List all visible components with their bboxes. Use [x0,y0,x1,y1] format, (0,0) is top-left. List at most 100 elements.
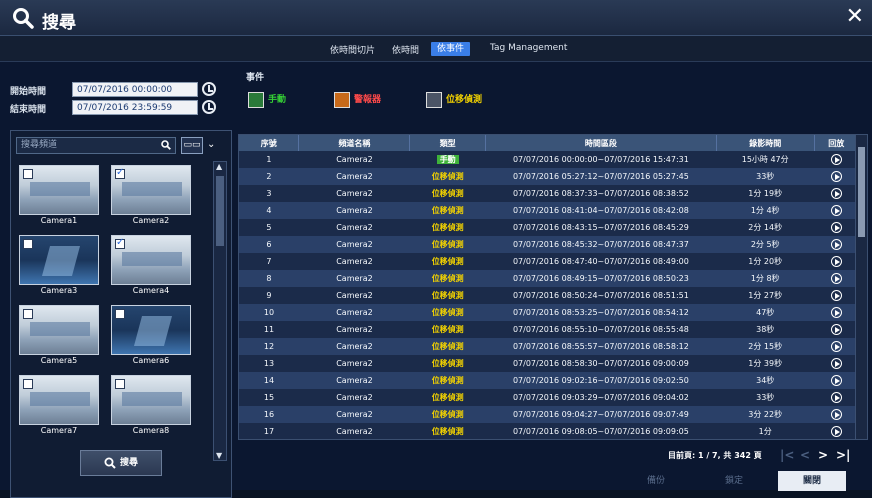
cell-period: 07/07/2016 00:00:00~07/07/2016 15:47:31 [485,151,717,168]
cell-no: 15 [239,389,299,406]
cell-no-text: 12 [263,342,275,351]
table-scrollbar[interactable] [855,135,867,439]
play-icon[interactable] [830,307,842,318]
play-icon[interactable] [830,171,842,182]
table-row[interactable]: 8 Camera2 位移偵測 07/07/2016 08:49:15~07/07/20… [239,270,859,287]
camera-thumb-5[interactable] [19,305,99,355]
table-row[interactable]: 4 Camera2 位移偵測 07/07/2016 08:41:04~07/07/20… [239,202,859,219]
play-icon[interactable] [830,154,842,165]
lock-button[interactable]: 鎖定 [700,471,768,491]
table-row[interactable]: 15 Camera2 位移偵測 07/07/2016 09:03:29~07/07/2… [239,389,859,406]
camera-thumb-6[interactable] [111,305,191,355]
camera-thumb-4[interactable] [111,235,191,285]
table-row[interactable]: 5 Camera2 位移偵測 07/07/2016 08:43:15~07/07/20… [239,219,859,236]
play-icon[interactable] [830,256,842,267]
end-clock-icon[interactable] [202,100,216,114]
play-icon[interactable] [830,239,842,250]
column-header-channel[interactable]: 頻道名稱 [298,135,411,151]
camera-checkbox[interactable] [23,309,33,319]
start-time-field[interactable]: 07/07/2016 00:00:00 [72,82,198,97]
tab-by-event[interactable]: 依事件 [431,42,471,56]
camera-checkbox[interactable] [115,379,125,389]
cell-type: 位移偵測 [409,168,486,185]
cell-channel-text: Camera2 [336,206,373,215]
table-row[interactable]: 2 Camera2 位移偵測 07/07/2016 05:27:12~07/07/20… [239,168,859,185]
cell-channel-text: Camera2 [336,393,373,402]
camera-checkbox[interactable] [23,239,33,249]
play-icon[interactable] [830,409,842,420]
play-icon[interactable] [830,222,842,233]
play-icon[interactable] [830,188,842,199]
end-time-field[interactable]: 07/07/2016 23:59:59 [72,100,198,115]
column-header-duration[interactable]: 錄影時間 [716,135,815,151]
scroll-up-icon[interactable]: ▲ [216,162,222,171]
play-icon[interactable] [830,375,842,386]
scrollbar-thumb[interactable] [216,176,224,246]
first-page-button[interactable]: |< [780,448,794,462]
play-icon[interactable] [830,324,842,335]
table-row[interactable]: 1 Camera2 手動 07/07/2016 00:00:00~07/07/2016… [239,151,859,168]
channel-search-icon[interactable] [161,140,171,150]
last-page-button[interactable]: >| [836,448,850,462]
next-page-button[interactable]: > [818,448,828,462]
table-row[interactable]: 17 Camera2 位移偵測 07/07/2016 09:08:05~07/07/2… [239,423,859,439]
tab-by-time[interactable]: 依時間 [392,43,419,56]
chevron-down-icon[interactable]: ⌄ [207,139,215,150]
tab-by-time-slice[interactable]: 依時間切片 [330,43,375,56]
table-row[interactable]: 10 Camera2 位移偵測 07/07/2016 08:53:25~07/07/2… [239,304,859,321]
table-row[interactable]: 14 Camera2 位移偵測 07/07/2016 09:02:16~07/07/2… [239,372,859,389]
event-type-motion[interactable]: 位移偵測 [426,92,482,108]
layout-toggle-button[interactable]: ▭▭ [181,137,203,154]
column-header-no[interactable]: 序號 [239,135,300,151]
play-icon[interactable] [830,426,842,437]
start-clock-icon[interactable] [202,82,216,96]
play-icon[interactable] [830,392,842,403]
play-icon[interactable] [830,341,842,352]
tab-bar: 依時間切片 依時間 依事件 Tag Management [0,36,872,62]
table-row[interactable]: 6 Camera2 位移偵測 07/07/2016 08:45:32~07/07/20… [239,236,859,253]
cell-period-text: 07/07/2016 09:02:16~07/07/2016 09:02:50 [512,376,689,385]
play-icon[interactable] [830,290,842,301]
table-row[interactable]: 9 Camera2 位移偵測 07/07/2016 08:50:24~07/07/20… [239,287,859,304]
cell-duration-text: 34秒 [756,376,775,385]
close-button[interactable]: 關閉 [778,471,846,491]
event-type-manual[interactable]: 手動 [248,92,286,108]
camera-thumb-2[interactable] [111,165,191,215]
camera-list-scrollbar[interactable]: ▲ ▼ [213,161,227,461]
cell-period-text: 07/07/2016 05:27:12~07/07/2016 05:27:45 [512,172,689,181]
table-row[interactable]: 7 Camera2 位移偵測 07/07/2016 08:47:40~07/07/20… [239,253,859,270]
table-row[interactable]: 13 Camera2 位移偵測 07/07/2016 08:58:30~07/07/2… [239,355,859,372]
camera-checkbox[interactable] [115,237,125,249]
search-button[interactable]: 搜尋 [80,450,162,476]
event-table: 序號 頻道名稱 類型 時間區段 錄影時間 回放 1 Camera2 手動 07/07/… [239,135,860,439]
channel-search-input[interactable]: 搜尋頻道 [16,137,176,154]
scroll-down-icon[interactable]: ▼ [216,451,222,460]
column-header-period[interactable]: 時間區段 [485,135,717,151]
camera-thumb-7[interactable] [19,375,99,425]
camera-checkbox[interactable] [23,169,33,179]
prev-page-button[interactable]: < [800,448,810,462]
tab-tag-management[interactable]: Tag Management [490,43,567,53]
play-icon[interactable] [830,273,842,284]
column-header-type[interactable]: 類型 [409,135,486,151]
table-scrollbar-thumb[interactable] [858,147,865,237]
camera-thumb-1[interactable] [19,165,99,215]
cell-type: 位移偵測 [409,406,486,423]
column-header-playback[interactable]: 回放 [814,135,860,151]
event-type-alarm[interactable]: 警報器 [334,92,381,108]
camera-checkbox[interactable] [23,379,33,389]
cell-duration-text: 47秒 [756,308,775,317]
play-icon[interactable] [830,358,842,369]
table-row[interactable]: 11 Camera2 位移偵測 07/07/2016 08:55:10~07/07/2… [239,321,859,338]
backup-button[interactable]: 備份 [622,471,690,491]
camera-checkbox[interactable] [115,167,125,179]
camera-thumb-8[interactable] [111,375,191,425]
camera-thumb-3[interactable] [19,235,99,285]
play-icon[interactable] [830,205,842,216]
camera-checkbox[interactable] [115,309,125,319]
cell-period: 07/07/2016 08:43:15~07/07/2016 08:45:29 [485,219,717,236]
table-row[interactable]: 16 Camera2 位移偵測 07/07/2016 09:04:27~07/07/2… [239,406,859,423]
table-row[interactable]: 3 Camera2 位移偵測 07/07/2016 08:37:33~07/07/20… [239,185,859,202]
table-row[interactable]: 12 Camera2 位移偵測 07/07/2016 08:55:57~07/07/2… [239,338,859,355]
close-icon[interactable]: ✕ [846,6,864,28]
